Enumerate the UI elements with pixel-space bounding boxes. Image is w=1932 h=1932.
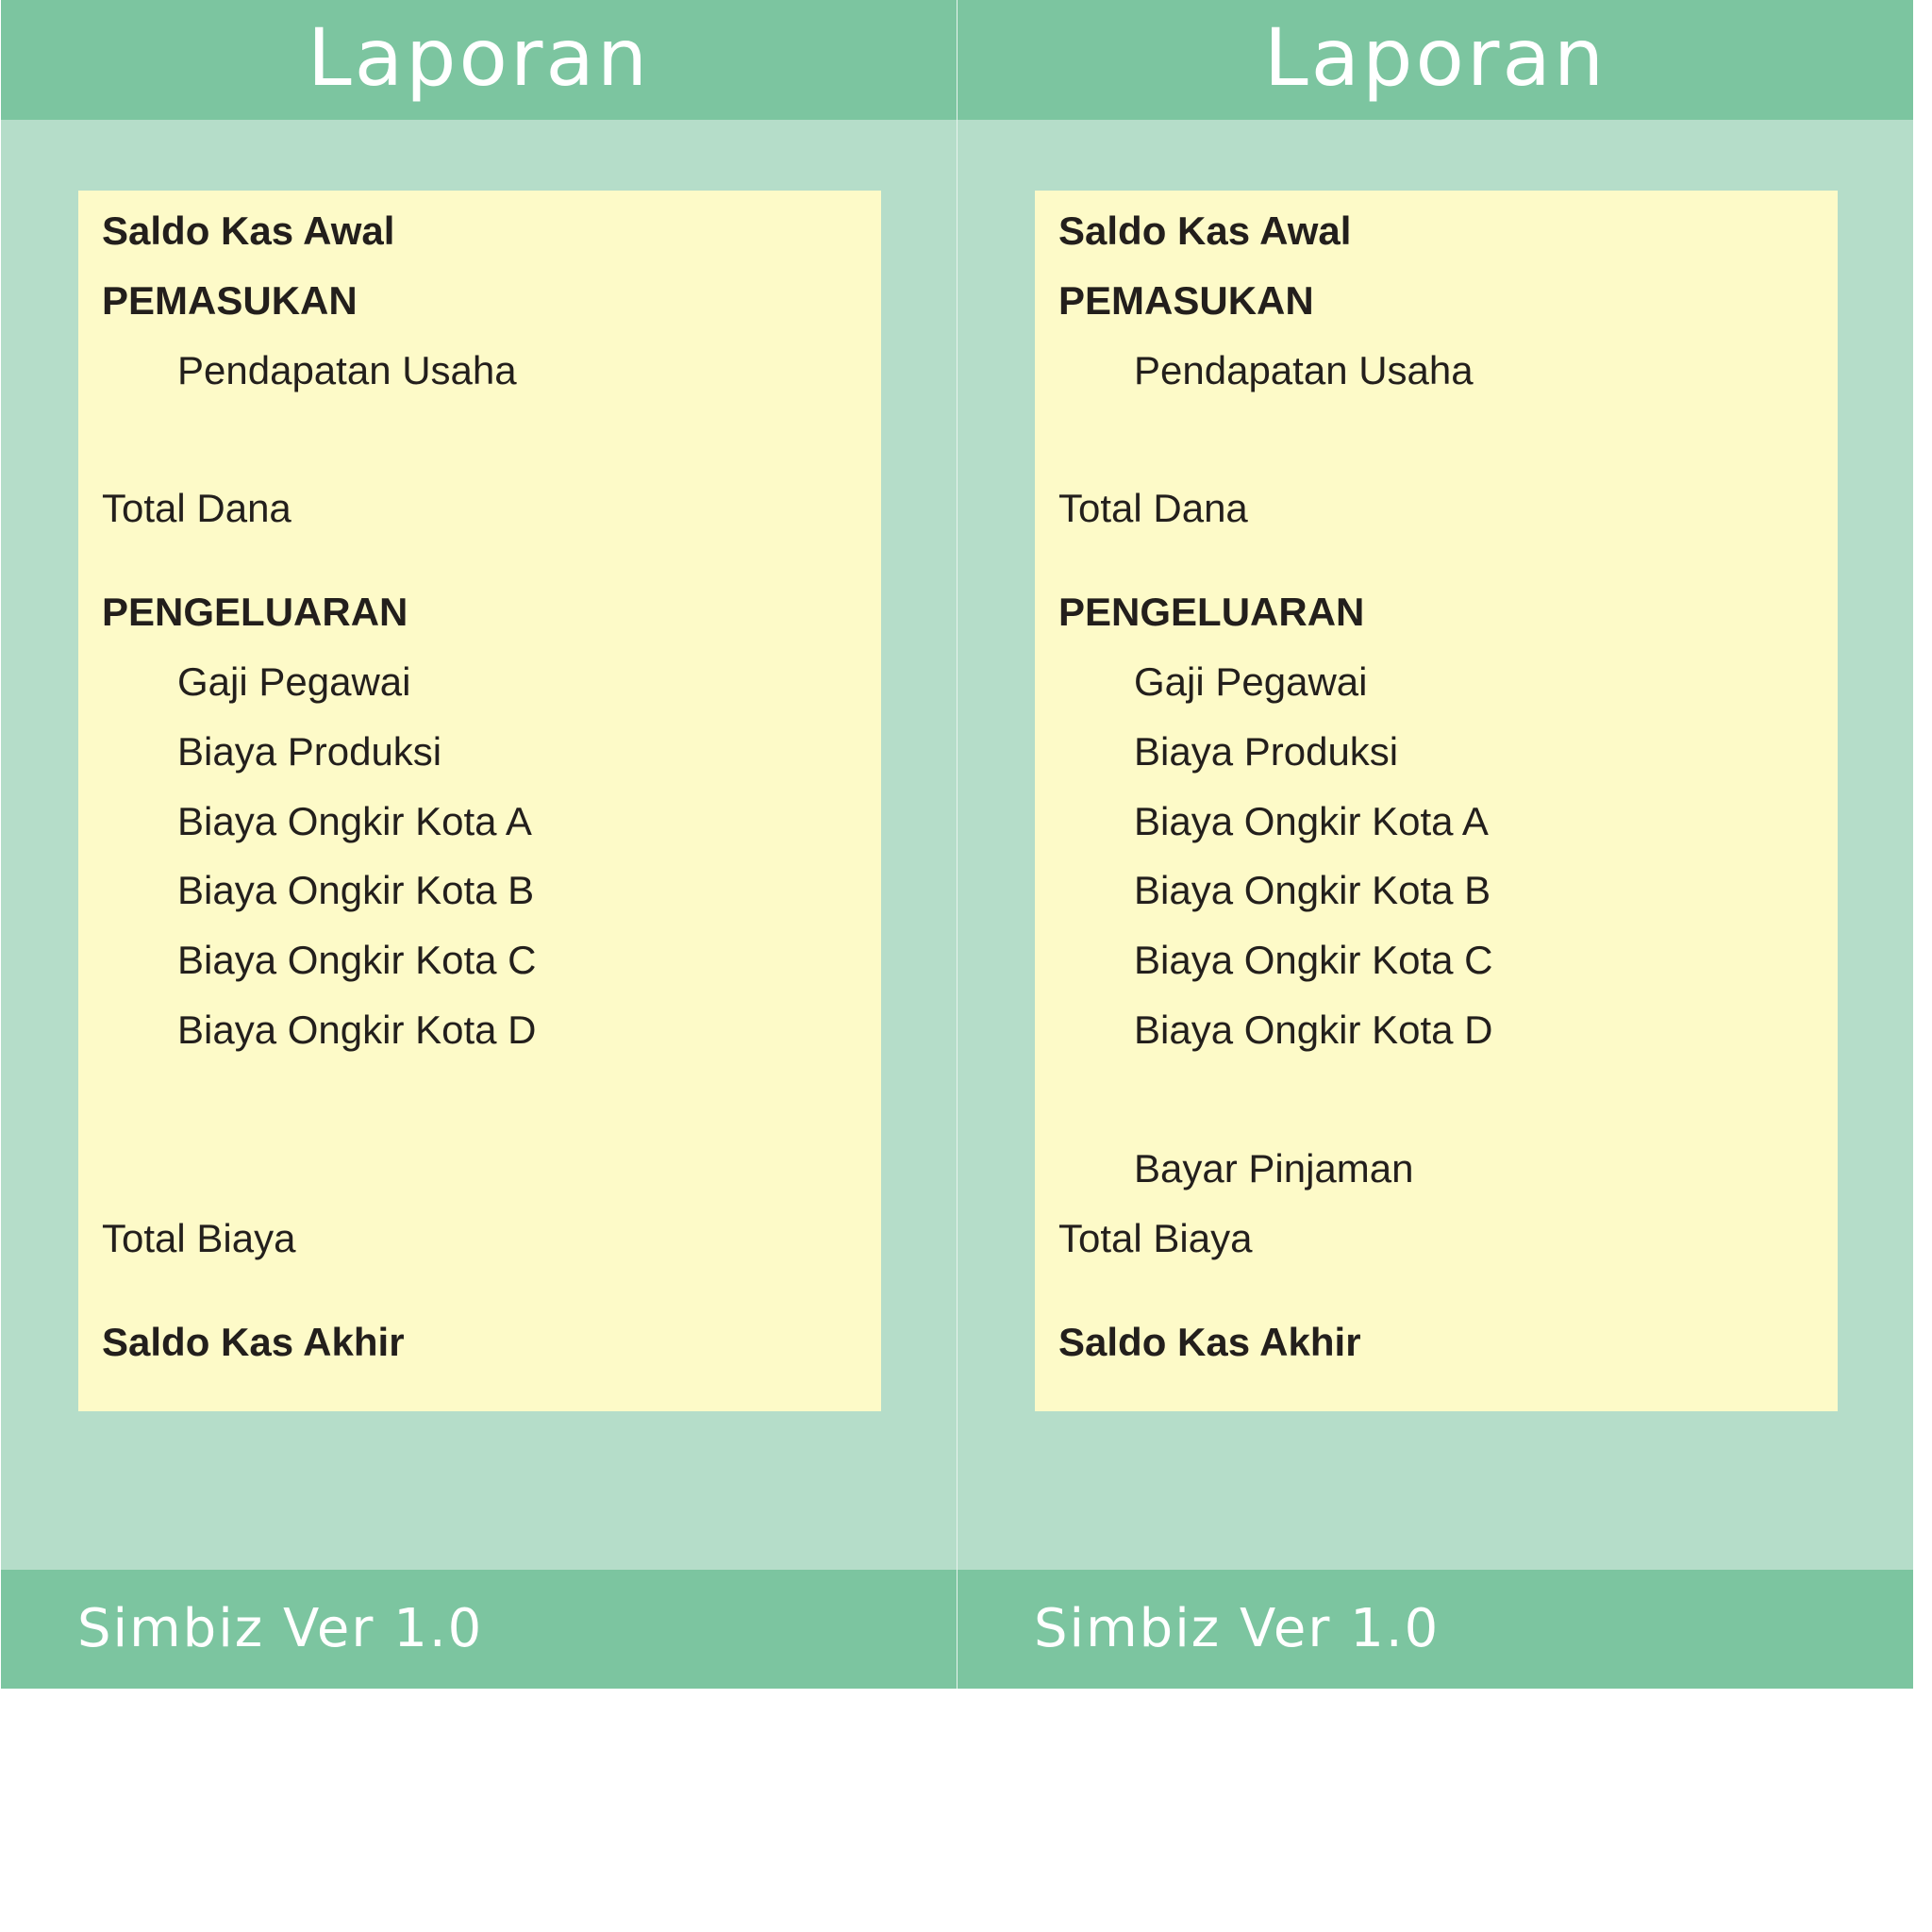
row-total-biaya: Total Biaya: [1058, 1216, 1253, 1260]
header-bar: Laporan: [1, 0, 957, 120]
row-pendapatan-usaha: Pendapatan Usaha: [1134, 348, 1474, 392]
row-pengeluaran: PENGELUARAN: [102, 590, 408, 634]
report-panel: Saldo Kas Awal PEMASUKAN Pendapatan Usah…: [1035, 191, 1838, 1411]
row-ongkir-kota-b: Biaya Ongkir Kota B: [1134, 868, 1491, 912]
row-pengeluaran: PENGELUARAN: [1058, 590, 1365, 634]
report-screen-left: Laporan Saldo Kas Awal PEMASUKAN Pendapa…: [1, 0, 957, 1689]
row-saldo-kas-awal: Saldo Kas Awal: [102, 208, 395, 253]
header-title: Laporan: [1263, 11, 1607, 104]
row-gaji-pegawai: Gaji Pegawai: [1134, 659, 1368, 704]
header-title: Laporan: [307, 11, 651, 104]
row-pendapatan-usaha: Pendapatan Usaha: [177, 348, 517, 392]
row-ongkir-kota-c: Biaya Ongkir Kota C: [177, 938, 537, 982]
row-pemasukan: PEMASUKAN: [102, 278, 358, 323]
row-pemasukan: PEMASUKAN: [1058, 278, 1314, 323]
row-ongkir-kota-b: Biaya Ongkir Kota B: [177, 868, 535, 912]
row-ongkir-kota-d: Biaya Ongkir Kota D: [177, 1008, 537, 1052]
report-panel: Saldo Kas Awal PEMASUKAN Pendapatan Usah…: [78, 191, 881, 1411]
footer-bar: Simbiz Ver 1.0: [1, 1570, 957, 1689]
footer-bar: Simbiz Ver 1.0: [958, 1570, 1913, 1689]
row-ongkir-kota-d: Biaya Ongkir Kota D: [1134, 1008, 1493, 1052]
row-ongkir-kota-c: Biaya Ongkir Kota C: [1134, 938, 1493, 982]
row-ongkir-kota-a: Biaya Ongkir Kota A: [1134, 799, 1489, 843]
row-biaya-produksi: Biaya Produksi: [1134, 729, 1399, 774]
version-label: Simbiz Ver 1.0: [77, 1598, 484, 1659]
row-saldo-kas-awal: Saldo Kas Awal: [1058, 208, 1352, 253]
row-saldo-kas-akhir: Saldo Kas Akhir: [1058, 1320, 1361, 1364]
row-total-dana: Total Dana: [102, 486, 291, 530]
row-gaji-pegawai: Gaji Pegawai: [177, 659, 411, 704]
report-screen-right: Laporan Saldo Kas Awal PEMASUKAN Pendapa…: [958, 0, 1913, 1689]
version-label: Simbiz Ver 1.0: [1034, 1598, 1441, 1659]
row-bayar-pinjaman: Bayar Pinjaman: [1134, 1146, 1414, 1191]
header-bar: Laporan: [958, 0, 1913, 120]
row-saldo-kas-akhir: Saldo Kas Akhir: [102, 1320, 405, 1364]
row-total-dana: Total Dana: [1058, 486, 1248, 530]
row-ongkir-kota-a: Biaya Ongkir Kota A: [177, 799, 532, 843]
row-total-biaya: Total Biaya: [102, 1216, 296, 1260]
row-biaya-produksi: Biaya Produksi: [177, 729, 442, 774]
